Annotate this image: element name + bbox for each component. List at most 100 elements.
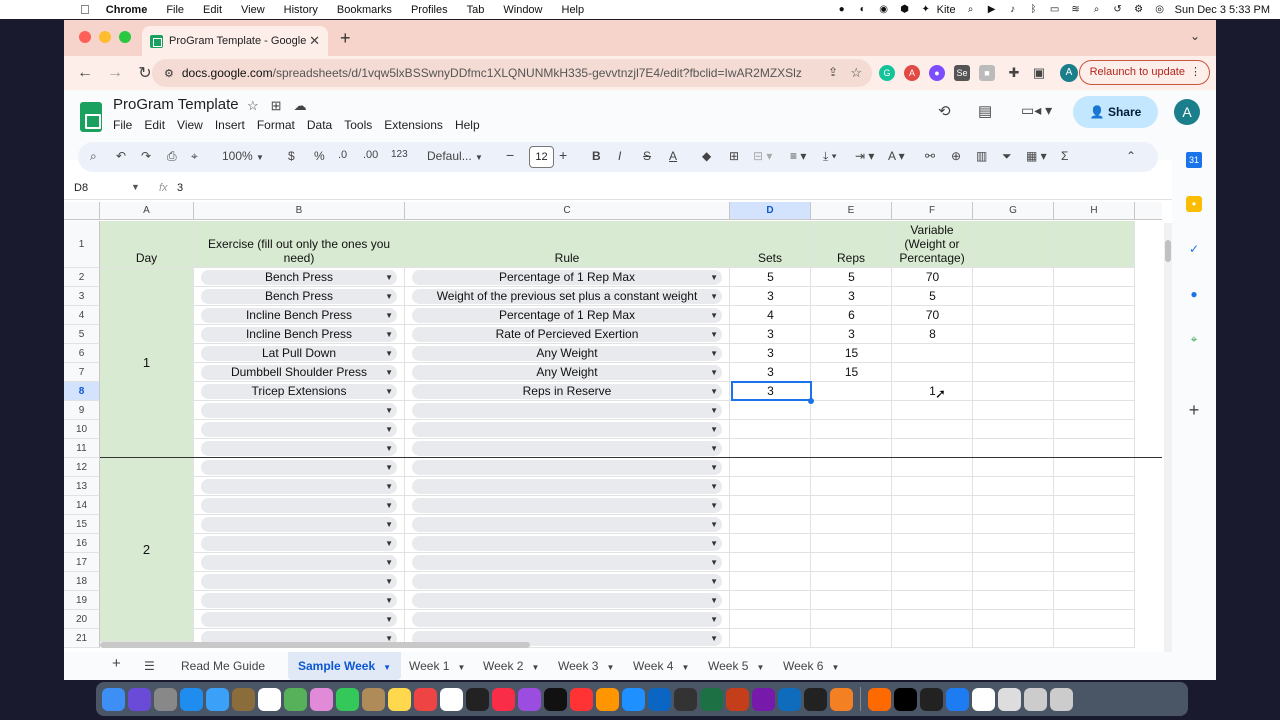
currency-format-button[interactable]: $	[288, 149, 295, 163]
extensions-puzzle-icon[interactable]: ✚	[1006, 65, 1022, 81]
cell[interactable]	[730, 591, 811, 610]
row-header[interactable]: 12	[64, 458, 100, 477]
sheet-tab-week-6[interactable]: Week 6 ▼	[773, 652, 849, 680]
row-header[interactable]: 11	[64, 439, 100, 458]
insert-chart-icon[interactable]: ▥	[976, 149, 987, 163]
row-header[interactable]: 17	[64, 553, 100, 572]
cell[interactable]	[973, 420, 1054, 439]
side-panel-icon[interactable]: ▣	[1031, 65, 1047, 81]
percent-format-button[interactable]: %	[314, 149, 325, 163]
cell[interactable]	[730, 420, 811, 439]
sheets-logo-icon[interactable]	[80, 102, 102, 132]
row-header[interactable]: 6	[64, 344, 100, 363]
sheet-tab-menu-icon[interactable]: ▼	[831, 663, 839, 672]
outlook-dock-icon[interactable]	[778, 687, 801, 711]
row-header[interactable]: 20	[64, 610, 100, 629]
row-header[interactable]: 19	[64, 591, 100, 610]
cell[interactable]	[811, 458, 892, 477]
column-header-e[interactable]: E	[811, 202, 892, 220]
calendar-dock-icon[interactable]	[258, 687, 281, 711]
italic-icon[interactable]: I	[618, 149, 621, 163]
calendar-icon[interactable]: 31	[1186, 152, 1202, 168]
search-menus-icon[interactable]: ⌕	[90, 149, 97, 164]
text-wrapping-icon[interactable]: ⇥ ▾	[855, 149, 874, 163]
exercise-dropdown-chip[interactable]: ▼	[201, 593, 397, 608]
back-icon[interactable]: ←	[76, 64, 94, 82]
launchpad-dock-icon[interactable]	[154, 687, 177, 711]
exercise-dropdown-chip[interactable]: Tricep Extensions ▼	[201, 384, 397, 399]
cell[interactable]	[892, 610, 973, 629]
cell[interactable]	[730, 515, 811, 534]
borders-icon[interactable]: ⊞	[729, 149, 739, 163]
dropdown-arrow-icon[interactable]: ▼	[385, 365, 393, 380]
dropdown-arrow-icon[interactable]: ▼	[385, 403, 393, 418]
bluetooth-icon[interactable]: ᛒ	[1028, 4, 1040, 16]
dropdown-arrow-icon[interactable]: ▼	[385, 270, 393, 285]
dropdown-arrow-icon[interactable]: ▼	[385, 327, 393, 342]
move-folder-icon[interactable]: ⊞	[271, 98, 294, 113]
row-header[interactable]: 8	[64, 382, 100, 401]
exercise-dropdown-chip[interactable]: Incline Bench Press ▼	[201, 327, 397, 342]
podcasts-dock-icon[interactable]	[518, 687, 541, 711]
powerpoint-dock-icon[interactable]	[726, 687, 749, 711]
cell[interactable]	[892, 496, 973, 515]
dropdown-arrow-icon[interactable]: ▼	[385, 422, 393, 437]
kite-label[interactable]: Kite	[937, 4, 956, 16]
exercise-dropdown-chip[interactable]: Bench Press ▼	[201, 289, 397, 304]
rule-dropdown-chip[interactable]: ▼	[412, 479, 722, 494]
insert-comment-icon[interactable]: ⊕	[951, 149, 961, 163]
sheet-tab-menu-icon[interactable]: ▼	[383, 663, 391, 672]
header-variable[interactable]: Variable (Weight or Percentage)	[892, 221, 973, 268]
selenium-extension-icon[interactable]: Se	[954, 65, 970, 81]
rule-dropdown-chip[interactable]: Percentage of 1 Rep Max ▼	[412, 270, 722, 285]
dropdown-arrow-icon[interactable]: ▼	[710, 422, 718, 437]
dropdown-arrow-icon[interactable]: ▼	[385, 593, 393, 608]
cell[interactable]	[811, 629, 892, 648]
play-icon[interactable]: ▶	[986, 4, 998, 16]
menubar-window[interactable]: Window	[503, 4, 542, 16]
share-page-icon[interactable]: ⇪	[828, 65, 838, 79]
color-extension-icon[interactable]: ●	[929, 65, 945, 81]
vertical-scroll-thumb[interactable]	[1165, 240, 1171, 262]
cell[interactable]	[973, 553, 1054, 572]
kite-icon[interactable]: ✦	[920, 4, 932, 16]
header-exercise[interactable]: Exercise (fill out only the ones you nee…	[194, 221, 405, 268]
rule-dropdown-chip[interactable]: ▼	[412, 498, 722, 513]
row-header[interactable]: 2	[64, 268, 100, 287]
print-icon[interactable]: ⎙	[167, 149, 177, 164]
forward-icon[interactable]: →	[106, 64, 124, 82]
vscode-dock-icon[interactable]	[648, 687, 671, 711]
menu-file[interactable]: File	[113, 118, 132, 132]
menubar-help[interactable]: Help	[562, 4, 585, 16]
row-header[interactable]: 18	[64, 572, 100, 591]
rule-dropdown-chip[interactable]: ▼	[412, 593, 722, 608]
maps-dock-icon[interactable]	[284, 687, 307, 711]
dropdown-arrow-icon[interactable]: ▼	[710, 574, 718, 589]
help-dock-icon[interactable]	[1024, 687, 1047, 711]
bookmark-star-icon[interactable]: ☆	[850, 65, 862, 81]
browser-tab[interactable]: ProGram Template - Google Sl ✕	[142, 26, 328, 56]
rule-dropdown-chip[interactable]: ▼	[412, 536, 722, 551]
search-icon[interactable]: ⌕	[1091, 4, 1103, 16]
dropdown-arrow-icon[interactable]: ▼	[710, 536, 718, 551]
add-sheet-button[interactable]: +	[102, 650, 131, 678]
cell[interactable]	[973, 629, 1054, 648]
sheet-tab-week-5[interactable]: Week 5 ▼	[698, 652, 774, 680]
day-1-cell[interactable]: 1	[100, 268, 194, 458]
cell[interactable]	[811, 553, 892, 572]
photos-dock-icon[interactable]	[310, 687, 333, 711]
cell[interactable]	[892, 572, 973, 591]
menu-tools[interactable]: Tools	[344, 118, 372, 132]
exercise-dropdown-chip[interactable]: ▼	[201, 536, 397, 551]
excel-dock-icon[interactable]	[700, 687, 723, 711]
cell[interactable]	[1054, 401, 1135, 420]
menu-extensions[interactable]: Extensions	[384, 118, 443, 132]
redo-icon[interactable]: ↷	[141, 149, 151, 163]
cell[interactable]	[1054, 420, 1135, 439]
grammarly-extension-icon[interactable]: G	[879, 65, 895, 81]
dropdown-arrow-icon[interactable]: ▼	[710, 631, 718, 646]
grammarly-icon[interactable]: ◐	[857, 4, 869, 16]
exercise-dropdown-chip[interactable]: ▼	[201, 612, 397, 627]
time-machine-icon[interactable]: ↺	[1112, 4, 1124, 16]
cell[interactable]	[1054, 344, 1135, 363]
